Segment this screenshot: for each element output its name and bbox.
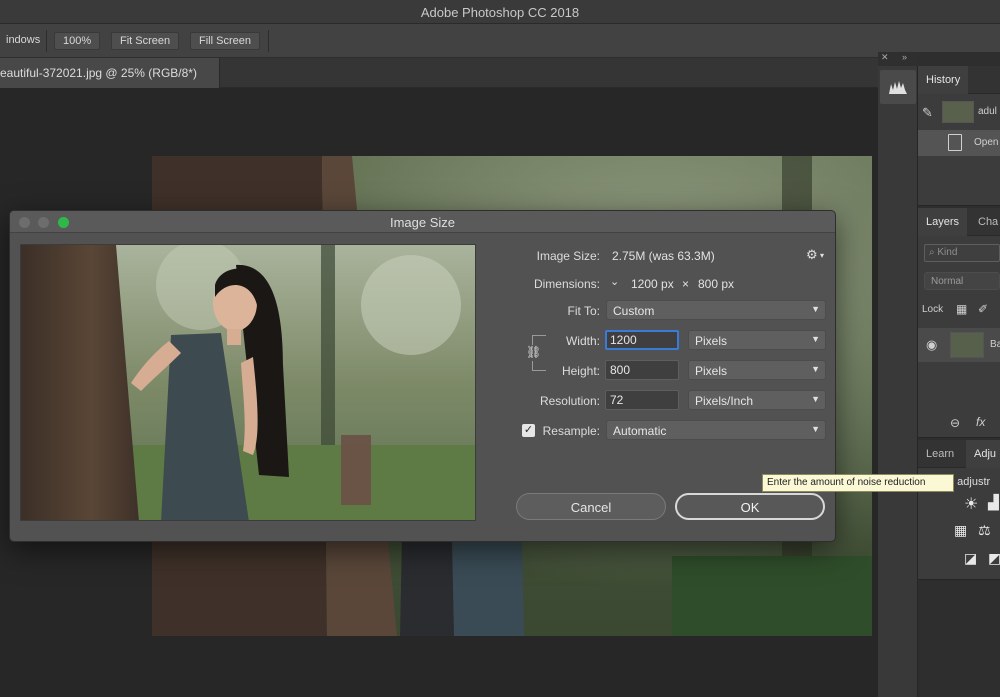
eye-icon[interactable]: ◉	[926, 337, 937, 353]
gear-icon[interactable]: ⚙	[806, 247, 818, 263]
width-unit-select[interactable]: Pixels ▼	[688, 330, 826, 350]
resample-value: Automatic	[613, 424, 667, 438]
link-icon[interactable]: ⊖	[950, 416, 960, 430]
levels-icon[interactable]: ▟	[988, 494, 999, 511]
adjustments-tabs: Learn Adju	[918, 440, 1000, 468]
adjustments-panel: Learn Adju n adjustr ☀ ▟ ▦ ⚖ ◪ ◩	[918, 440, 1000, 580]
history-brush-icon: ✎	[922, 105, 933, 120]
layer-filter-input[interactable]: ⌕ Kind	[924, 244, 1000, 262]
chevron-down-icon: ▼	[811, 424, 820, 434]
close-icon[interactable]: ✕	[881, 52, 889, 63]
lock-label: Lock	[922, 304, 944, 315]
grid-icon[interactable]: ▦	[954, 522, 967, 539]
fit-to-select[interactable]: Custom ▼	[606, 300, 826, 320]
balance-icon[interactable]: ⚖	[978, 522, 991, 539]
history-item-active[interactable]: Open	[918, 130, 1000, 156]
dock-panel-button[interactable]	[880, 70, 916, 104]
width-unit-value: Pixels	[695, 334, 728, 348]
layers-panel: Layers Cha ⌕ Kind Normal Lock ▦ ✐ ◉ Ba ⊖…	[918, 208, 1000, 438]
chevron-down-icon: ▼	[811, 364, 820, 374]
image-size-dialog: Image Size Image Size: 2.75M (was 63.3M)…	[9, 210, 836, 542]
lock-transparency-icon[interactable]: ▦	[956, 302, 967, 316]
height-unit-value: Pixels	[695, 364, 728, 378]
preview-photo	[21, 245, 475, 520]
lock-row: Lock ▦ ✐	[918, 298, 1000, 324]
image-size-value: 2.75M (was 63.3M)	[612, 249, 715, 263]
height-unit-select[interactable]: Pixels ▼	[688, 360, 826, 380]
layers-footer: ⊖ fx	[918, 412, 1000, 437]
history-tabs: History	[918, 66, 1000, 94]
width-input[interactable]: 1200	[605, 330, 679, 350]
dimensions-chevron-icon[interactable]: ⌄	[610, 275, 619, 288]
zoom-100-button[interactable]: 100%	[54, 32, 101, 50]
image-size-label: Image Size:	[536, 249, 600, 263]
blend-mode-select[interactable]: Normal	[924, 272, 1000, 290]
tab-channels[interactable]: Cha	[970, 208, 1000, 236]
ok-button[interactable]: OK	[675, 493, 825, 520]
cancel-button[interactable]: Cancel	[516, 493, 666, 520]
layer-thumbnail	[950, 332, 984, 358]
chevron-down-icon: ▼	[811, 394, 820, 404]
collapsed-dock: ✕ »	[878, 52, 918, 697]
history-panel: History ✎ adul Open	[918, 66, 1000, 206]
right-panels: ✕ » History ✎ adul Open Layers Cha ⌕ Kin…	[878, 52, 1000, 697]
resolution-unit-select[interactable]: Pixels/Inch ▼	[688, 390, 826, 410]
resolution-input[interactable]: 72	[605, 390, 679, 410]
tooltip: Enter the amount of noise reduction	[762, 474, 954, 492]
height-label: Height:	[561, 364, 600, 378]
layer-filter-placeholder: Kind	[937, 247, 958, 258]
history-item-label: adul	[978, 106, 997, 117]
height-input[interactable]: 800	[605, 360, 679, 380]
layer-name: Ba	[990, 339, 1000, 350]
divider	[268, 30, 269, 52]
image-preview[interactable]	[20, 244, 476, 521]
gradient-map-icon[interactable]: ◩	[988, 550, 1000, 567]
resample-label: Resample:	[542, 424, 600, 438]
tab-learn[interactable]: Learn	[918, 440, 962, 468]
document-tab-bar: eautiful-372021.jpg @ 25% (RGB/8*)	[0, 58, 878, 88]
tab-layers[interactable]: Layers	[918, 208, 968, 236]
chevron-down-icon: ▼	[811, 304, 820, 314]
expand-icon[interactable]: »	[902, 52, 907, 62]
histogram-icon	[889, 81, 907, 94]
resample-select[interactable]: Automatic ▼	[606, 420, 826, 440]
dialog-title: Image Size	[389, 215, 456, 230]
dialog-title-bar: Image Size	[10, 211, 835, 233]
tab-adjustments[interactable]: Adju	[966, 440, 1000, 468]
dock-header: ✕ »	[878, 52, 918, 66]
dimensions-separator: ×	[682, 277, 690, 291]
layer-row[interactable]: ◉ Ba	[918, 328, 1000, 362]
fill-screen-button[interactable]: Fill Screen	[190, 32, 260, 50]
document-icon	[948, 134, 962, 151]
app-title-bar: Adobe Photoshop CC 2018	[0, 0, 1000, 24]
fit-to-label: Fit To:	[567, 304, 600, 318]
layers-tabs: Layers Cha	[918, 208, 1000, 236]
options-bar: indows 100% Fit Screen Fill Screen	[0, 24, 1000, 58]
fx-icon[interactable]: fx	[976, 415, 985, 429]
tab-history[interactable]: History	[918, 66, 969, 94]
lock-paint-icon[interactable]: ✐	[978, 302, 988, 316]
chevron-down-icon: ▼	[811, 334, 820, 344]
dimensions-label: Dimensions:	[533, 277, 600, 291]
document-tab[interactable]: eautiful-372021.jpg @ 25% (RGB/8*)	[0, 58, 220, 88]
history-snapshot-thumb	[942, 101, 974, 123]
search-icon: ⌕	[929, 247, 935, 258]
window-title: Adobe Photoshop CC 2018	[420, 5, 580, 20]
photo-filter-icon[interactable]: ◪	[964, 550, 977, 567]
dimensions-width: 1200 px	[631, 277, 674, 291]
history-item-label: Open	[974, 137, 999, 148]
fit-screen-button[interactable]: Fit Screen	[111, 32, 180, 50]
resolution-unit-value: Pixels/Inch	[695, 394, 754, 408]
width-label: Width:	[565, 334, 600, 348]
fit-to-value: Custom	[613, 304, 655, 318]
divider	[46, 30, 47, 52]
chevron-down-icon: ▾	[820, 251, 825, 260]
windows-button[interactable]: indows	[0, 32, 48, 50]
dimensions-height: 800 px	[698, 277, 735, 291]
history-item[interactable]: ✎ adul	[918, 98, 1000, 128]
resolution-label: Resolution:	[539, 394, 600, 408]
brightness-icon[interactable]: ☀	[964, 494, 978, 514]
adjustments-subtitle: n adjustr	[948, 476, 991, 488]
